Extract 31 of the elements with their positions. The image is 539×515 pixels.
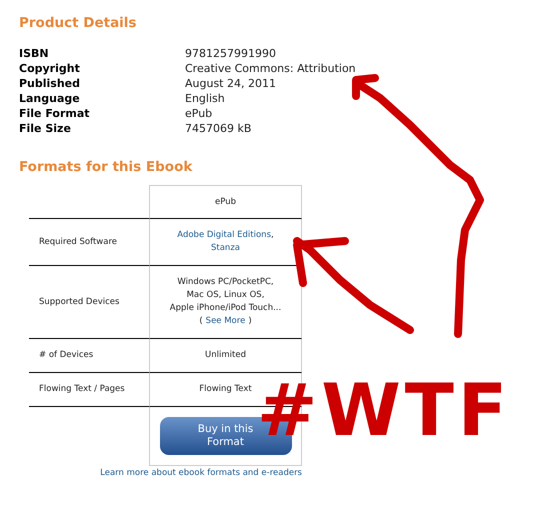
row-label: Supported Devices — [39, 296, 120, 308]
detail-value: 9781257991990 — [185, 46, 277, 61]
detail-value: August 24, 2011 — [185, 76, 277, 91]
detail-label: Copyright — [19, 61, 81, 76]
detail-value: English — [185, 91, 226, 106]
cell-text: ( — [199, 315, 203, 328]
detail-label: File Format — [19, 106, 91, 121]
software-link[interactable]: See More — [206, 315, 246, 328]
software-link[interactable]: Adobe Digital Editions — [177, 229, 271, 242]
cell-text: Unlimited — [205, 349, 246, 362]
section-heading: Product Details — [19, 14, 138, 32]
detail-label: Published — [19, 76, 82, 91]
row-label: Flowing Text / Pages — [39, 383, 125, 396]
section-heading: Formats for this Ebook — [19, 158, 194, 176]
column-header: ePub — [215, 196, 236, 208]
detail-value: Creative Commons: Attribution — [185, 61, 357, 76]
cell-text: Apple iPhone/iPod Touch... — [170, 302, 282, 315]
row-label: Required Software — [39, 236, 118, 248]
cell-text: Windows PC/PocketPC, — [177, 276, 274, 289]
cell-text: , — [271, 229, 274, 242]
detail-value: ePub — [185, 106, 214, 121]
cell-text: ) — [248, 315, 252, 328]
detail-label: File Size — [19, 121, 72, 136]
software-link[interactable]: Stanza — [211, 242, 240, 255]
learn-more-link[interactable]: Learn more about ebook formats and e-readers — [100, 467, 302, 480]
detail-value: 7457069 kB — [185, 121, 252, 136]
detail-label: ISBN — [19, 46, 50, 61]
cell-text: Flowing Text — [199, 383, 252, 396]
cell-text: Mac OS, Linux OS, — [186, 289, 264, 302]
detail-label: Language — [19, 91, 81, 106]
row-label: # of Devices — [39, 349, 94, 362]
